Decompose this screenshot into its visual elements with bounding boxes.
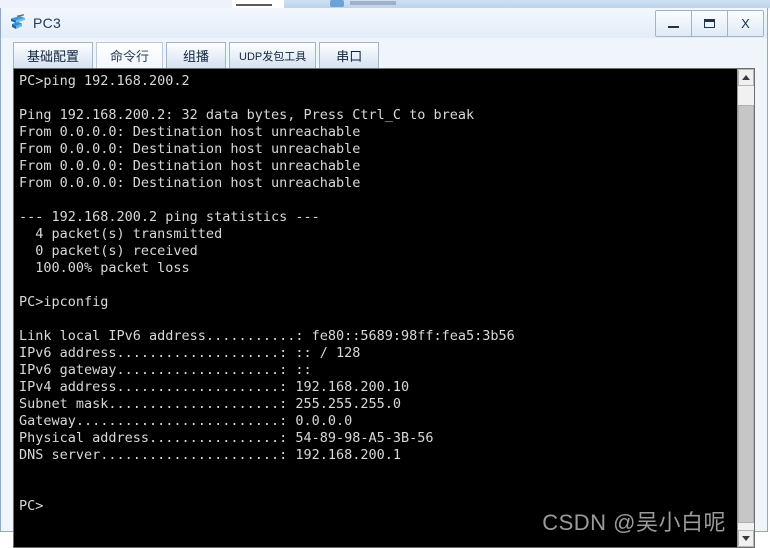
minimize-icon	[668, 26, 679, 28]
terminal-line: PC>	[19, 498, 44, 514]
maximize-button[interactable]	[692, 11, 728, 36]
tab-0[interactable]: 基础配置	[13, 42, 94, 68]
background-window-title-text	[350, 1, 396, 5]
scrollbar-thumb[interactable]	[738, 105, 754, 523]
terminal-line: PC>ping 192.168.200.2	[19, 73, 190, 89]
terminal-line: IPv4 address....................: 192.16…	[19, 379, 410, 395]
terminal-line: IPv6 gateway....................: ::	[19, 362, 312, 378]
terminal-line: IPv6 address....................: :: / 1…	[19, 345, 361, 361]
terminal-line: 100.00% packet loss	[19, 260, 190, 276]
terminal-scrollbar[interactable]	[737, 69, 754, 547]
window-title: PC3	[33, 15, 62, 31]
terminal-output[interactable]: PC>ping 192.168.200.2 Ping 192.168.200.2:…	[14, 69, 737, 547]
terminal-line: Ping 192.168.200.2: 32 data bytes, Press…	[19, 107, 475, 123]
scroll-up-button[interactable]	[738, 69, 754, 86]
terminal-line: From 0.0.0.0: Destination host unreachab…	[19, 158, 361, 174]
tab-4[interactable]: 串口	[319, 42, 380, 68]
tab-bar: 基础配置 命令行 组播 UDP发包工具 串口	[13, 42, 380, 68]
terminal-line: Gateway.........................: 0.0.0.…	[19, 413, 353, 429]
titlebar-left-group: PC3	[9, 8, 61, 38]
terminal-line: PC>ipconfig	[19, 294, 109, 310]
window-titlebar: PC3 X	[1, 8, 767, 39]
terminal-line: DNS server......................: 192.16…	[19, 447, 402, 463]
pc-device-icon	[9, 14, 27, 32]
terminal-line: From 0.0.0.0: Destination host unreachab…	[19, 141, 361, 157]
close-button[interactable]: X	[728, 11, 763, 36]
chevron-up-icon	[742, 75, 750, 80]
window-client-area: 基础配置 命令行 组播 UDP发包工具 串口 PC>ping 192.168.200.2…	[1, 38, 767, 548]
tab-3[interactable]: UDP发包工具	[229, 42, 317, 68]
terminal-line: From 0.0.0.0: Destination host unreachab…	[19, 175, 361, 191]
terminal-line: From 0.0.0.0: Destination host unreachab…	[19, 124, 361, 140]
terminal-line: 0 packet(s) received	[19, 243, 198, 259]
scroll-down-button[interactable]	[738, 530, 754, 547]
terminal-line: Subnet mask.....................: 255.25…	[19, 396, 402, 412]
tab-2[interactable]: 组播	[166, 42, 227, 68]
pc3-window: PC3 X 基础配置 命令行 组播 UDP发包工具 串口 PC>ping 192.168…	[0, 8, 768, 548]
terminal-line: --- 192.168.200.2 ping statistics ---	[19, 209, 320, 225]
window-controls: X	[655, 10, 764, 37]
command-line-panel: PC>ping 192.168.200.2 Ping 192.168.200.2:…	[13, 68, 755, 548]
maximize-icon	[704, 19, 715, 28]
chevron-down-icon	[742, 536, 750, 541]
background-window-icon	[330, 0, 344, 7]
terminal-line: Link local IPv6 address...........: fe80…	[19, 328, 515, 344]
terminal-line: 4 packet(s) transmitted	[19, 226, 223, 242]
minimize-button[interactable]	[656, 11, 692, 36]
terminal-line: Physical address................: 54-89-…	[19, 430, 434, 446]
tab-1[interactable]: 命令行	[96, 42, 164, 68]
